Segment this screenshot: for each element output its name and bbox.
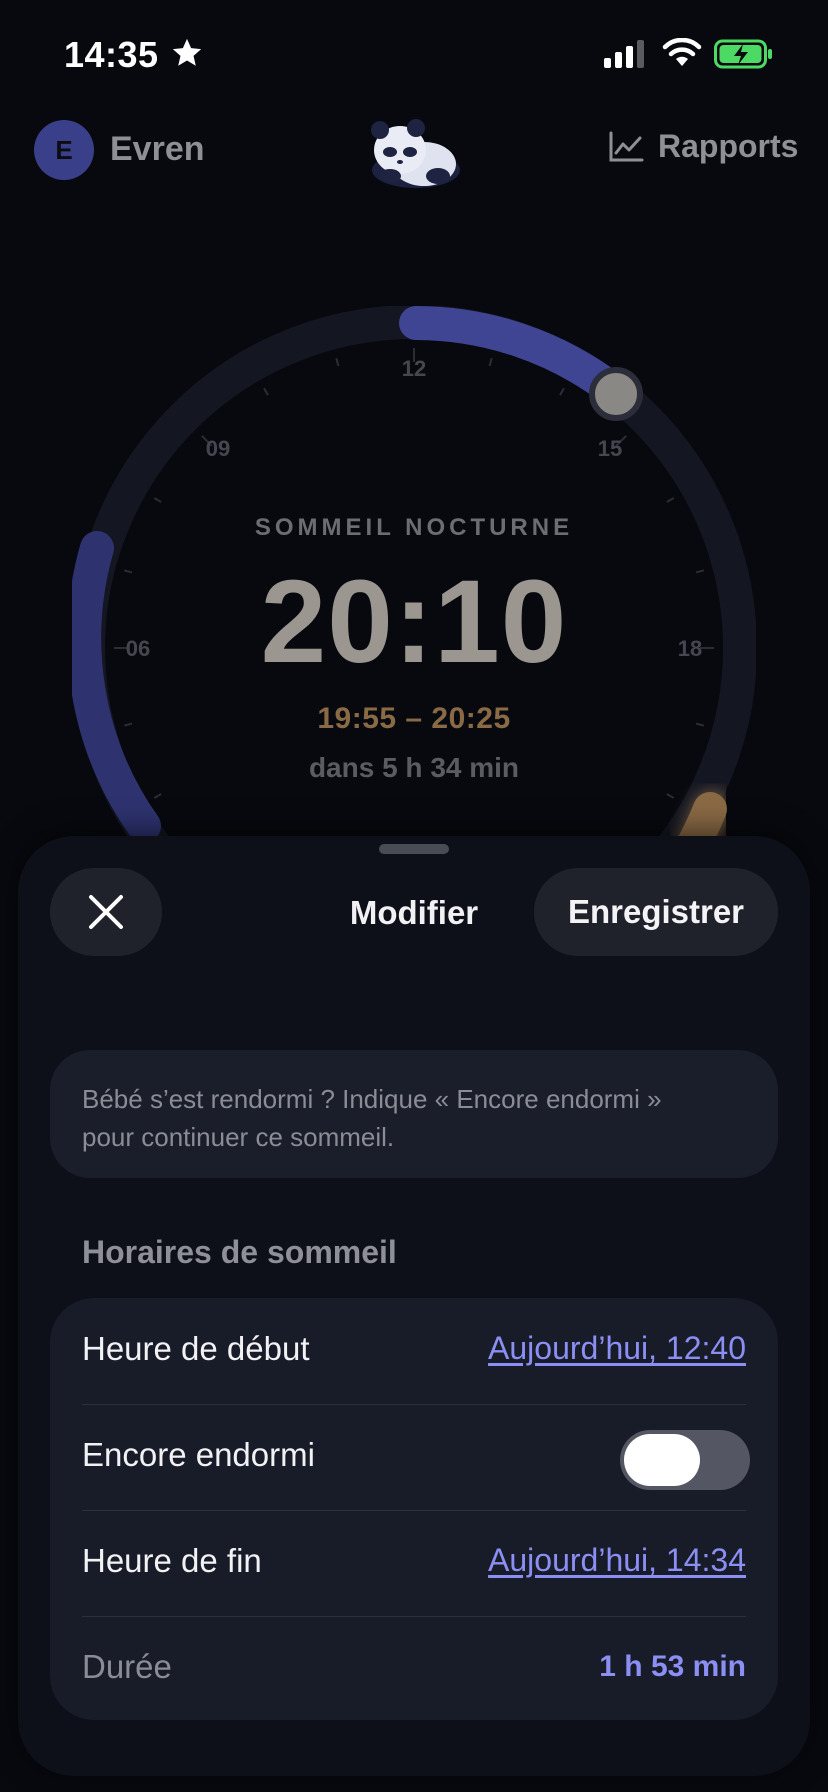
screen: 14:35 E Evren Rapports 12 15 18 06 09 SO…: [0, 0, 828, 1792]
sleep-times-card: Heure de début Aujourd’hui, 12:40 Encore…: [50, 1298, 778, 1720]
status-bar: 14:35: [0, 0, 828, 110]
toggle-knob: [624, 1434, 700, 1486]
status-time: 14:35: [64, 34, 159, 75]
start-time-row[interactable]: Heure de début Aujourd’hui, 12:40: [50, 1298, 778, 1404]
still-asleep-toggle[interactable]: [620, 1430, 750, 1490]
sleep-arc: [399, 306, 630, 407]
info-card: Bébé s’est rendormi ? Indique « Encore e…: [50, 1050, 778, 1178]
end-time-value[interactable]: Aujourd’hui, 14:34: [488, 1542, 746, 1579]
section-title-sleep-times: Horaires de sommeil: [82, 1234, 397, 1270]
end-time-label: Heure de fin: [82, 1542, 262, 1579]
reports-label: Rapports: [658, 128, 799, 164]
sleep-type-label: SOMMEIL NOCTURNE: [254, 514, 574, 541]
sleep-end-handle: [589, 367, 643, 421]
start-time-value[interactable]: Aujourd’hui, 12:40: [488, 1330, 746, 1367]
dial-tick: [153, 793, 162, 799]
dial-tick: [263, 387, 269, 396]
chart-line-icon: [609, 131, 644, 161]
countdown-text: dans 5 h 34 min: [308, 752, 520, 783]
duration-row: Durée 1 h 53 min: [50, 1616, 778, 1722]
still-asleep-row: Encore endormi: [50, 1404, 778, 1510]
edit-sleep-sheet: Modifier Enregistrer Bébé s’est rendormi…: [18, 836, 810, 1776]
duration-label: Durée: [82, 1648, 172, 1685]
profile-name[interactable]: Evren: [110, 130, 205, 169]
info-text-line1: Bébé s’est rendormi ? Indique « Encore e…: [82, 1084, 662, 1114]
cellular-signal-icon: [604, 40, 644, 68]
still-asleep-label: Encore endormi: [82, 1436, 315, 1473]
dial-tick: [335, 357, 340, 367]
hour-label-09: 09: [206, 436, 230, 461]
end-time-row[interactable]: Heure de fin Aujourd’hui, 14:34: [50, 1510, 778, 1616]
wifi-icon: [662, 38, 702, 66]
hour-label-12: 12: [402, 356, 426, 381]
dial-tick: [666, 497, 675, 503]
dial-tick: [153, 497, 162, 503]
avatar-initial: E: [55, 134, 73, 165]
predicted-window: 19:55 – 20:25: [317, 702, 511, 735]
battery-charging-icon: [714, 39, 772, 69]
info-text-line2: pour continuer ce sommeil.: [82, 1122, 395, 1152]
duration-value: 1 h 53 min: [599, 1650, 746, 1683]
hour-label-15: 15: [598, 436, 622, 461]
profile-avatar[interactable]: E: [34, 120, 94, 180]
sheet-grabber[interactable]: [379, 844, 449, 854]
predicted-time: 20:10: [260, 556, 568, 688]
dial-tick: [559, 387, 565, 396]
save-button[interactable]: Enregistrer: [534, 868, 778, 956]
dial-tick: [666, 793, 675, 799]
start-time-label: Heure de début: [82, 1330, 310, 1367]
star-icon: [172, 38, 202, 66]
reports-button[interactable]: Rapports: [608, 128, 798, 165]
panda-logo: [371, 119, 460, 188]
dial-tick: [488, 357, 493, 367]
